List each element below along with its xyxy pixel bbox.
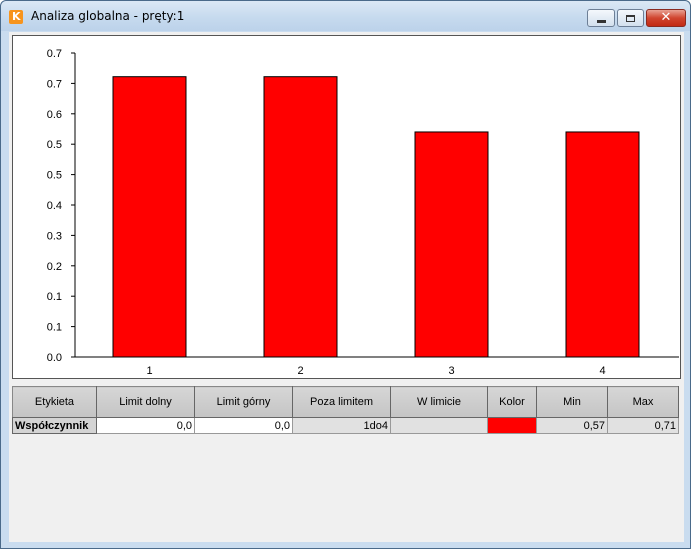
close-icon: ✕ — [660, 10, 672, 25]
column-header-etykieta[interactable]: Etykieta — [12, 386, 97, 418]
maximize-icon — [626, 14, 635, 22]
kolor-swatch-cell[interactable] — [487, 417, 537, 434]
row-label-cell[interactable]: Współczynnik — [12, 417, 97, 434]
app-logo-letter: K — [12, 10, 21, 23]
minimize-button[interactable] — [587, 9, 615, 27]
chart-panel: 0.0 0.1 0.1 0.2 0.3 0.4 0.5 0.5 0.6 0.7 0.7 1 2 3 4 — [12, 35, 681, 379]
y-tick-label: 0.0 — [47, 352, 62, 364]
title-bar[interactable]: K Analiza globalna - pręty:1 ✕ — [1, 1, 690, 31]
y-tick-label: 0.1 — [47, 291, 62, 303]
y-tick-label: 0.2 — [47, 261, 62, 273]
y-tick-label: 0.3 — [47, 230, 62, 242]
bar-4 — [565, 131, 640, 358]
x-tick-label: 1 — [146, 365, 152, 377]
y-tick-label: 0.6 — [47, 109, 62, 121]
min-cell[interactable]: 0,57 — [536, 417, 608, 434]
minimize-icon — [596, 19, 606, 23]
bar-1 — [112, 76, 187, 358]
y-tick-label: 0.4 — [47, 200, 62, 212]
max-cell[interactable]: 0,71 — [607, 417, 679, 434]
app-logo-icon: K — [9, 10, 23, 24]
y-tick-label: 0.7 — [47, 78, 62, 90]
column-header-poza-limitem[interactable]: Poza limitem — [292, 386, 391, 418]
column-header-w-limicie[interactable]: W limicie — [390, 386, 488, 418]
column-header-limit-gorny[interactable]: Limit górny — [194, 386, 293, 418]
w-limicie-cell[interactable] — [390, 417, 488, 434]
grid-header-row: Etykieta Limit dolny Limit górny Poza li… — [12, 386, 679, 418]
bar-chart: 0.0 0.1 0.1 0.2 0.3 0.4 0.5 0.5 0.6 0.7 0.7 1 2 3 4 — [47, 48, 679, 377]
x-tick-label: 3 — [448, 365, 454, 377]
poza-limitem-cell[interactable]: 1do4 — [292, 417, 391, 434]
bar-3 — [414, 131, 489, 358]
y-tick-label: 0.5 — [47, 139, 62, 151]
y-tick-label: 0.7 — [47, 48, 62, 60]
bar-2 — [263, 76, 338, 358]
y-tick-label: 0.1 — [47, 322, 62, 334]
limit-gorny-cell[interactable]: 0,0 — [194, 417, 293, 434]
window-title: Analiza globalna - pręty:1 — [31, 9, 185, 23]
app-window: K Analiza globalna - pręty:1 ✕ 0.0 0.1 0.1… — [0, 0, 691, 549]
column-header-max[interactable]: Max — [607, 386, 679, 418]
close-button[interactable]: ✕ — [646, 9, 686, 27]
data-grid-area: Etykieta Limit dolny Limit górny Poza li… — [12, 386, 681, 536]
column-header-limit-dolny[interactable]: Limit dolny — [96, 386, 195, 418]
column-header-min[interactable]: Min — [536, 386, 608, 418]
maximize-button[interactable] — [617, 9, 644, 27]
x-tick-label: 2 — [297, 365, 303, 377]
x-tick-label: 4 — [599, 365, 605, 377]
y-tick-label: 0.5 — [47, 170, 62, 182]
column-header-kolor[interactable]: Kolor — [487, 386, 537, 418]
window-content: 0.0 0.1 0.1 0.2 0.3 0.4 0.5 0.5 0.6 0.7 0.7 1 2 3 4 Et… — [9, 32, 684, 542]
data-grid: Etykieta Limit dolny Limit górny Poza li… — [12, 386, 679, 434]
table-row: Współczynnik 0,0 0,0 1do4 0,57 0,71 — [12, 417, 679, 434]
limit-dolny-cell[interactable]: 0,0 — [96, 417, 195, 434]
